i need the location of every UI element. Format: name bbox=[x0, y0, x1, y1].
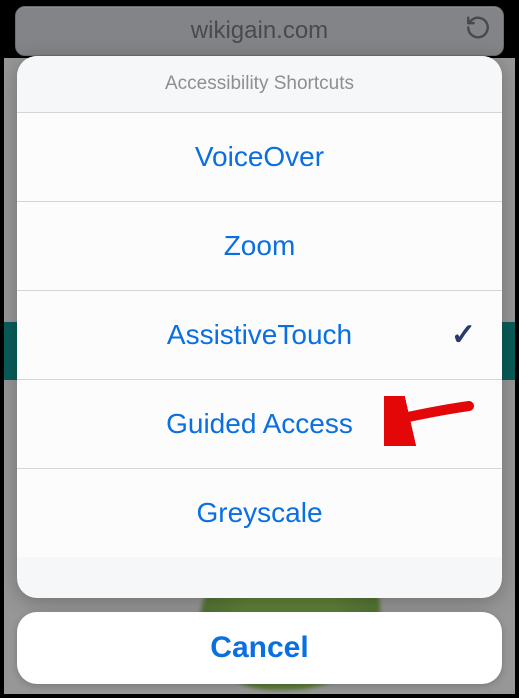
sheet-item-label: Greyscale bbox=[196, 497, 322, 529]
cancel-button[interactable]: Cancel bbox=[17, 612, 502, 684]
accessibility-shortcuts-sheet: Accessibility Shortcuts VoiceOver Zoom A… bbox=[17, 56, 502, 598]
cancel-button-label: Cancel bbox=[210, 631, 308, 665]
sheet-item-voiceover[interactable]: VoiceOver bbox=[17, 113, 502, 202]
sheet-item-label: VoiceOver bbox=[195, 141, 324, 173]
sheet-title-label: Accessibility Shortcuts bbox=[165, 73, 354, 95]
sheet-item-greyscale[interactable]: Greyscale bbox=[17, 469, 502, 557]
sheet-item-guided-access[interactable]: Guided Access bbox=[17, 380, 502, 469]
sheet-item-zoom[interactable]: Zoom bbox=[17, 202, 502, 291]
sheet-item-label: Zoom bbox=[224, 230, 296, 262]
sheet-item-label: Guided Access bbox=[166, 408, 353, 440]
checkmark-icon: ✓ bbox=[451, 318, 476, 353]
sheet-item-label: AssistiveTouch bbox=[167, 319, 352, 351]
sheet-title: Accessibility Shortcuts bbox=[17, 56, 502, 113]
sheet-item-assistivetouch[interactable]: AssistiveTouch ✓ bbox=[17, 291, 502, 380]
